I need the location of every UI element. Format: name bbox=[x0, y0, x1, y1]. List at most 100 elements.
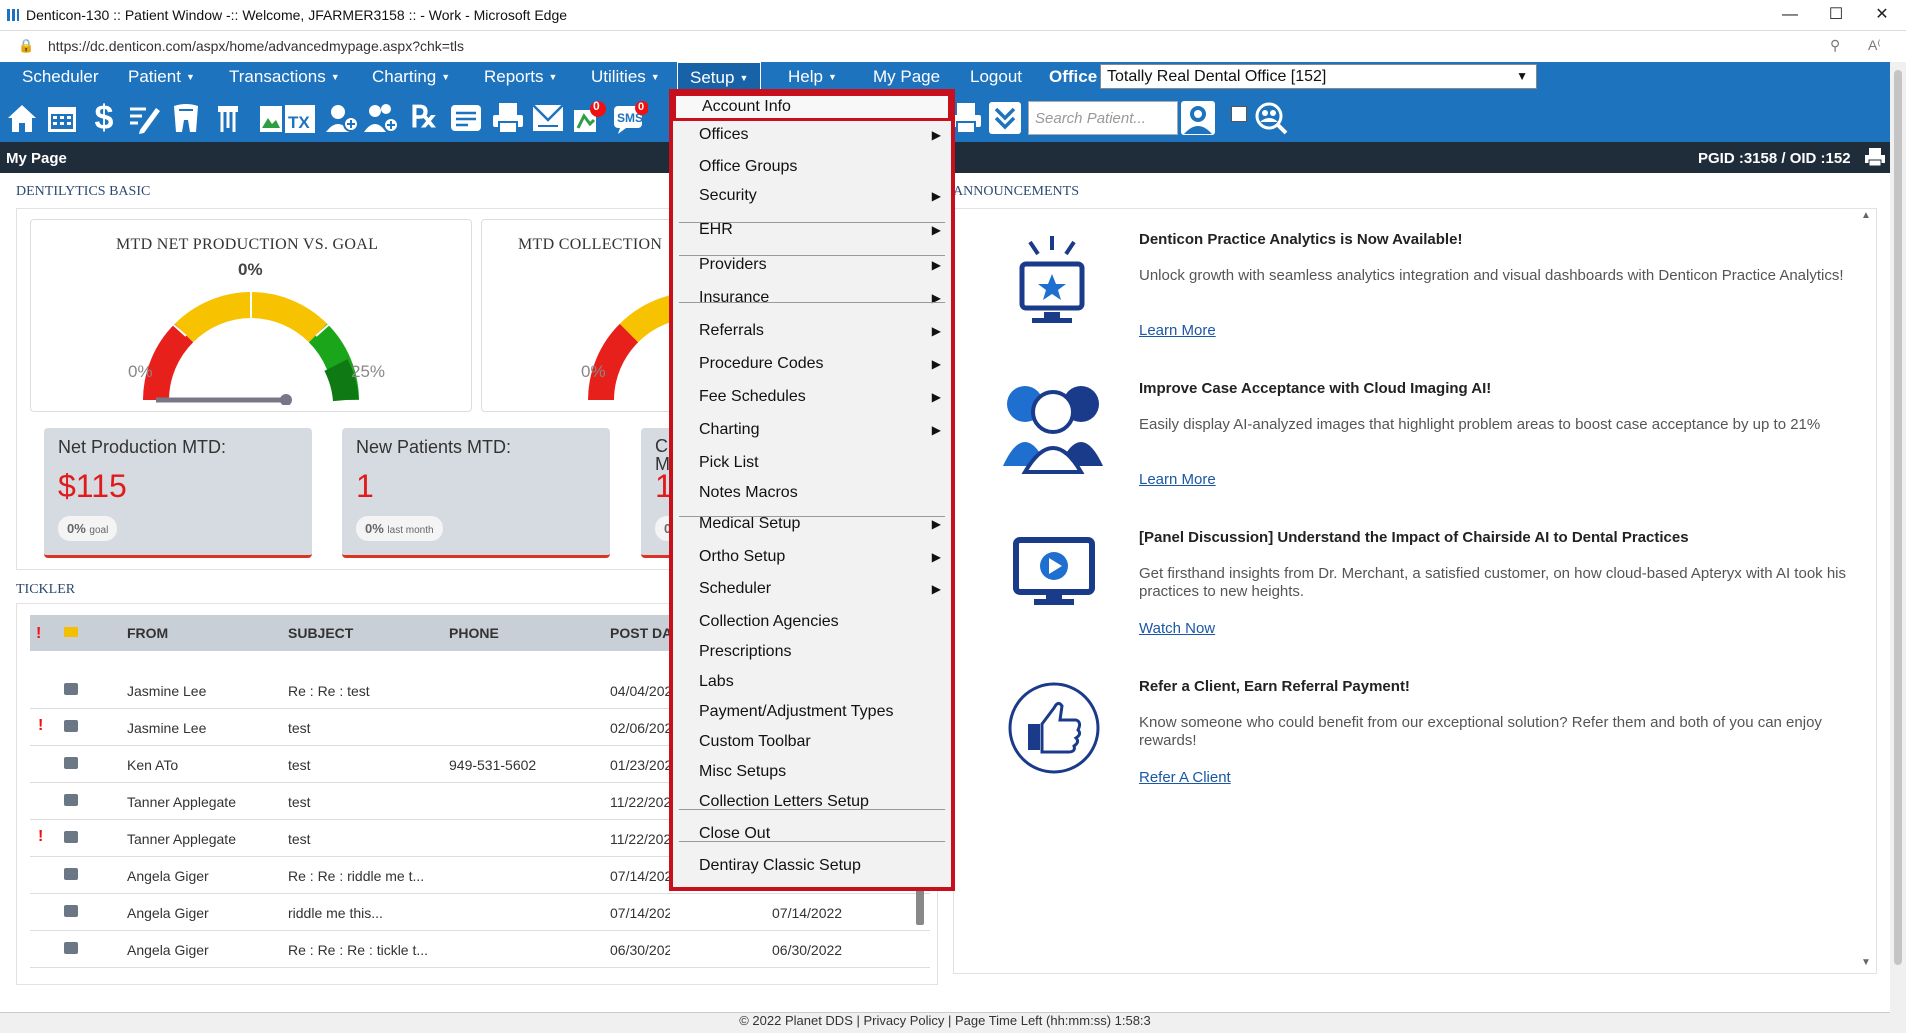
setup-menu-item[interactable]: Prescriptions bbox=[673, 637, 951, 667]
key-icon[interactable]: ⚲ bbox=[1830, 37, 1840, 54]
sms-icon[interactable]: SMS 0 bbox=[612, 100, 649, 136]
setup-menu-item[interactable]: EHR ▶ bbox=[673, 215, 951, 245]
nav-label: Scheduler bbox=[22, 67, 99, 86]
chevron-right-icon: ▶ bbox=[931, 223, 941, 237]
setup-menu-item[interactable]: Insurance ▶ bbox=[673, 283, 951, 313]
setup-menu-item[interactable]: Collection Letters Setup bbox=[673, 787, 951, 817]
group-search-icon[interactable] bbox=[1253, 100, 1289, 136]
rx-icon[interactable]: ℞ bbox=[406, 100, 442, 136]
nav-help[interactable]: Help ▼ bbox=[788, 62, 837, 92]
nav-setup[interactable]: Setup ▼ bbox=[677, 62, 762, 92]
setup-menu-item[interactable]: Custom Toolbar bbox=[673, 727, 951, 757]
add-family-icon[interactable] bbox=[364, 100, 400, 136]
treatment-icon[interactable]: TX bbox=[282, 100, 318, 136]
implant-icon[interactable] bbox=[210, 100, 246, 136]
col-phone[interactable]: PHONE bbox=[449, 625, 499, 641]
add-patient-icon[interactable] bbox=[324, 100, 360, 136]
col-post-date[interactable]: POST DA bbox=[610, 625, 672, 641]
menu-separator bbox=[679, 841, 945, 842]
announcement-body: Get firsthand insights from Dr. Merchant… bbox=[1139, 565, 1846, 600]
learn-more-link[interactable]: Learn More bbox=[1139, 471, 1216, 488]
dollar-icon[interactable]: $ bbox=[86, 100, 122, 136]
row-from: Angela Giger bbox=[127, 942, 209, 958]
calendar-icon[interactable] bbox=[44, 100, 80, 136]
setup-menu-item[interactable]: Fee Schedules ▶ bbox=[673, 382, 951, 412]
row-subject: Re : Re : riddle me t... bbox=[288, 868, 425, 884]
setup-menu-item[interactable]: Pick List bbox=[673, 448, 951, 478]
row-from: Angela Giger bbox=[127, 905, 209, 921]
setup-menu-item[interactable]: Notes Macros bbox=[673, 478, 951, 508]
nav-transactions[interactable]: Transactions ▼ bbox=[229, 62, 340, 92]
page-scrollbar[interactable] bbox=[1890, 62, 1906, 1033]
url-text[interactable]: https://dc.denticon.com/aspx/home/advanc… bbox=[48, 38, 464, 54]
row-subject: Re : Re : Re : tickle t... bbox=[288, 942, 429, 958]
print-icon[interactable] bbox=[490, 100, 526, 136]
flag-icon[interactable]: 0 bbox=[570, 99, 606, 136]
setup-menu-item[interactable]: Scheduler ▶ bbox=[673, 574, 951, 604]
setup-menu-item[interactable]: Account Info bbox=[673, 93, 951, 121]
tooth-icon[interactable] bbox=[168, 100, 204, 136]
nav-scheduler[interactable]: Scheduler bbox=[22, 62, 99, 92]
sms-badge: 0 bbox=[638, 101, 645, 113]
setup-menu-item[interactable]: Labs bbox=[673, 667, 951, 697]
priority-icon[interactable]: ! bbox=[36, 625, 41, 643]
double-chevron-down-icon[interactable] bbox=[987, 100, 1023, 136]
mail-icon[interactable] bbox=[530, 100, 566, 136]
mail-icon[interactable] bbox=[64, 627, 78, 637]
menu-item-label: Labs bbox=[699, 673, 734, 690]
menu-item-label: Referrals bbox=[699, 322, 764, 339]
notes-icon[interactable] bbox=[448, 100, 484, 136]
setup-menu-item[interactable]: Medical Setup ▶ bbox=[673, 509, 951, 539]
learn-more-link[interactable]: Learn More bbox=[1139, 322, 1216, 339]
setup-menu-item[interactable]: Misc Setups bbox=[673, 757, 951, 787]
address-bar[interactable]: 🔒 https://dc.denticon.com/aspx/home/adva… bbox=[0, 31, 1906, 62]
menu-item-label: Prescriptions bbox=[699, 643, 792, 660]
setup-menu-item[interactable]: Dentiray Classic Setup bbox=[673, 851, 951, 881]
maximize-icon[interactable]: ☐ bbox=[1814, 3, 1858, 27]
chevron-right-icon: ▶ bbox=[931, 128, 941, 142]
tickler-row[interactable]: Angela Giger riddle me this... 07/14/2022 0… bbox=[30, 894, 930, 931]
nav-patient[interactable]: Patient ▼ bbox=[128, 62, 195, 92]
setup-menu-item[interactable]: Security ▶ bbox=[673, 181, 951, 211]
scroll-up-icon[interactable]: ▲ bbox=[1861, 210, 1871, 221]
scroll-down-icon[interactable]: ▼ bbox=[1861, 957, 1871, 968]
setup-menu-item[interactable]: Procedure Codes ▶ bbox=[673, 349, 951, 379]
menu-item-label: Providers bbox=[699, 256, 767, 273]
setup-menu-item[interactable]: Office Groups bbox=[673, 152, 951, 182]
nav-logout[interactable]: Logout bbox=[970, 62, 1022, 92]
nav-charting[interactable]: Charting ▼ bbox=[372, 62, 450, 92]
office-select[interactable]: Totally Real Dental Office [152] ▼ bbox=[1100, 64, 1537, 89]
checkbox[interactable] bbox=[1231, 106, 1247, 122]
nav-my-page[interactable]: My Page bbox=[873, 62, 940, 92]
priority-icon: ! bbox=[38, 717, 44, 734]
col-from[interactable]: FROM bbox=[127, 625, 168, 641]
watch-now-link[interactable]: Watch Now bbox=[1139, 620, 1215, 637]
setup-menu-item[interactable]: Close Out bbox=[673, 819, 951, 849]
refer-client-link[interactable]: Refer A Client bbox=[1139, 769, 1231, 786]
menu-item-label: Collection Letters Setup bbox=[699, 793, 869, 810]
setup-menu-item[interactable]: Payment/Adjustment Types bbox=[673, 697, 951, 727]
home-icon[interactable] bbox=[4, 100, 40, 136]
nav-label: Transactions bbox=[229, 67, 326, 86]
menu-item-label: Procedure Codes bbox=[699, 355, 824, 372]
edit-icon[interactable] bbox=[126, 100, 162, 136]
printer-icon[interactable] bbox=[1864, 147, 1886, 171]
close-icon[interactable]: ✕ bbox=[1860, 3, 1904, 27]
chevron-down-icon: ▼ bbox=[1516, 69, 1528, 83]
setup-menu-item[interactable]: Ortho Setup ▶ bbox=[673, 542, 951, 572]
col-subject[interactable]: SUBJECT bbox=[288, 625, 353, 641]
patient-search-icon[interactable] bbox=[1180, 100, 1216, 136]
setup-menu-item[interactable]: Referrals ▶ bbox=[673, 316, 951, 346]
search-patient-input[interactable]: Search Patient... bbox=[1028, 101, 1178, 135]
minimize-icon[interactable]: — bbox=[1768, 3, 1812, 27]
setup-menu-item[interactable]: Charting ▶ bbox=[673, 415, 951, 445]
setup-menu-item[interactable]: Collection Agencies bbox=[673, 607, 951, 637]
page-scrollbar-thumb[interactable] bbox=[1894, 70, 1902, 965]
read-aloud-icon[interactable]: A⁽ bbox=[1868, 37, 1881, 54]
caret-down-icon: ▼ bbox=[827, 72, 837, 82]
nav-utilities[interactable]: Utilities ▼ bbox=[591, 62, 660, 92]
setup-menu-item[interactable]: Offices ▶ bbox=[673, 120, 951, 150]
nav-reports[interactable]: Reports ▼ bbox=[484, 62, 557, 92]
tickler-row[interactable]: Angela Giger Re : Re : Re : tickle t... 06… bbox=[30, 931, 930, 968]
footer-text: © 2022 Planet DDS | Privacy Policy | Pag… bbox=[739, 1013, 1151, 1028]
